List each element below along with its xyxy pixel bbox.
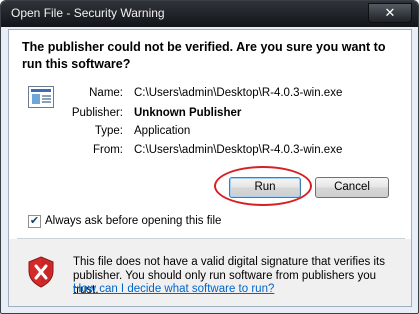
field-publisher-value: Unknown Publisher [134, 107, 242, 119]
field-name-value: C:\Users\admin\Desktop\R-4.0.3-win.exe [134, 87, 343, 99]
field-type-label: Type: [94, 125, 123, 137]
always-ask-checkbox[interactable]: ✔ [28, 215, 41, 228]
warning-heading: The publisher could not be verified. Are… [22, 40, 386, 71]
run-button-highlight [214, 166, 312, 206]
cancel-button[interactable]: Cancel [315, 177, 389, 198]
close-button[interactable]: ✕ [368, 3, 412, 23]
window-title: Open File - Security Warning [11, 6, 165, 20]
always-ask-label[interactable]: Always ask before opening this file [45, 215, 221, 227]
field-from-label: From: [92, 144, 123, 156]
field-name-label: Name: [89, 87, 123, 99]
shield-error-icon [28, 256, 54, 288]
field-type-value: Application [134, 125, 191, 137]
field-from-value: C:\Users\admin\Desktop\R-4.0.3-win.exe [134, 144, 343, 156]
title-bar[interactable]: Open File - Security Warning ✕ [1, 1, 418, 27]
field-publisher-label: Publisher: [71, 107, 123, 119]
security-warning-dialog: Open File - Security Warning ✕ The publi… [0, 0, 419, 314]
help-link[interactable]: How can I decide what software to run? [73, 283, 274, 295]
